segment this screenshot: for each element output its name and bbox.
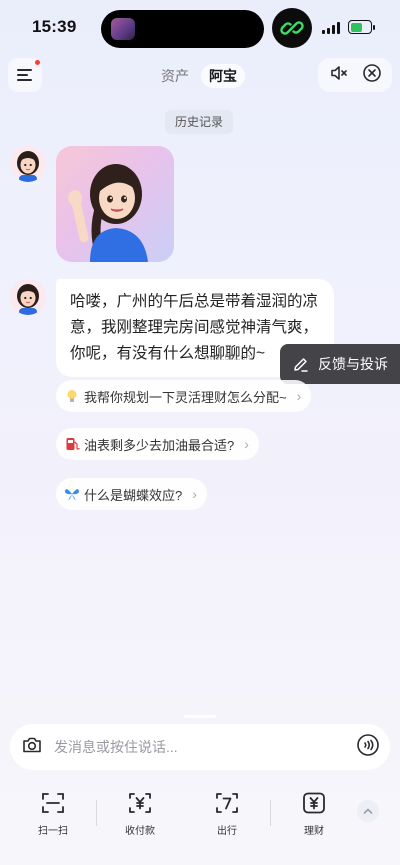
menu-icon: [17, 69, 32, 81]
finance-button[interactable]: 理财: [284, 790, 344, 837]
tab-assets[interactable]: 资产: [161, 64, 189, 88]
divider: [96, 800, 97, 826]
chevron-right-icon: ›: [192, 486, 197, 502]
suggestion-text: 油表剩多少去加油最合适?: [84, 437, 235, 453]
status-time: 15:39: [32, 17, 77, 36]
scan-label: 扫一扫: [38, 826, 68, 837]
assistant-avatar[interactable]: [10, 146, 46, 182]
suggestion-chip[interactable]: 油表剩多少去加油最合适? ›: [56, 428, 259, 460]
chevron-up-icon: [363, 808, 373, 814]
fuel-pump-icon: [66, 438, 80, 450]
header-actions: [318, 58, 392, 92]
suggestion-text: 我帮你规划一下灵活理财怎么分配~: [84, 389, 287, 405]
close-icon: [362, 63, 381, 82]
travel-button[interactable]: 出行: [197, 790, 257, 837]
battery-icon: [348, 20, 375, 34]
voice-button[interactable]: [356, 733, 380, 762]
lightbulb-icon: [67, 390, 77, 402]
scan-button[interactable]: 扫一扫: [23, 790, 83, 837]
finance-icon: [303, 792, 325, 814]
edit-icon: [294, 358, 308, 372]
background-app-icon: [272, 8, 312, 48]
menu-button[interactable]: [8, 58, 42, 92]
message-input[interactable]: [54, 739, 356, 755]
butterfly-icon: [65, 489, 79, 501]
chevron-right-icon: ›: [296, 388, 302, 404]
dynamic-island: [101, 10, 264, 48]
payment-code-label: 收付款: [125, 826, 155, 837]
history-button[interactable]: 历史记录: [165, 110, 234, 134]
travel-icon: [216, 793, 238, 813]
drag-handle[interactable]: [184, 715, 216, 718]
voice-wave-icon: [357, 733, 379, 756]
divider: [270, 800, 271, 826]
travel-label: 出行: [217, 826, 237, 837]
notification-dot: [35, 60, 40, 65]
scan-icon: [42, 793, 64, 813]
suggestion-chip[interactable]: 我帮你规划一下灵活理财怎么分配~ ›: [56, 380, 312, 412]
status-bar: 15:39: [0, 0, 400, 56]
cellular-signal-icon: [322, 22, 340, 34]
feedback-label: 反馈与投诉: [318, 356, 388, 372]
speaker-mute-icon: [330, 65, 347, 80]
camera-icon: [23, 737, 41, 752]
suggestion-text: 什么是蝴蝶效应?: [84, 487, 183, 503]
close-button[interactable]: [362, 63, 382, 88]
tab-abao[interactable]: 阿宝: [201, 64, 245, 88]
finance-label: 理财: [304, 826, 324, 837]
camera-button[interactable]: [20, 733, 44, 762]
chevron-right-icon: ›: [244, 436, 249, 452]
message-composer: [10, 724, 390, 770]
mute-button[interactable]: [329, 63, 349, 88]
watermark-text: www.6ll.com: [203, 352, 254, 362]
bottom-toolbar: 扫一扫 收付款 出行 理财: [0, 784, 400, 844]
greeting-image[interactable]: [56, 146, 174, 262]
assistant-avatar[interactable]: [10, 279, 46, 315]
payment-code-icon: [129, 793, 151, 813]
feedback-button[interactable]: 反馈与投诉: [280, 344, 400, 384]
expand-button[interactable]: [357, 800, 379, 822]
payment-code-button[interactable]: 收付款: [110, 790, 170, 837]
media-thumbnail: [111, 18, 135, 40]
suggestion-chip[interactable]: 什么是蝴蝶效应? ›: [56, 478, 207, 510]
